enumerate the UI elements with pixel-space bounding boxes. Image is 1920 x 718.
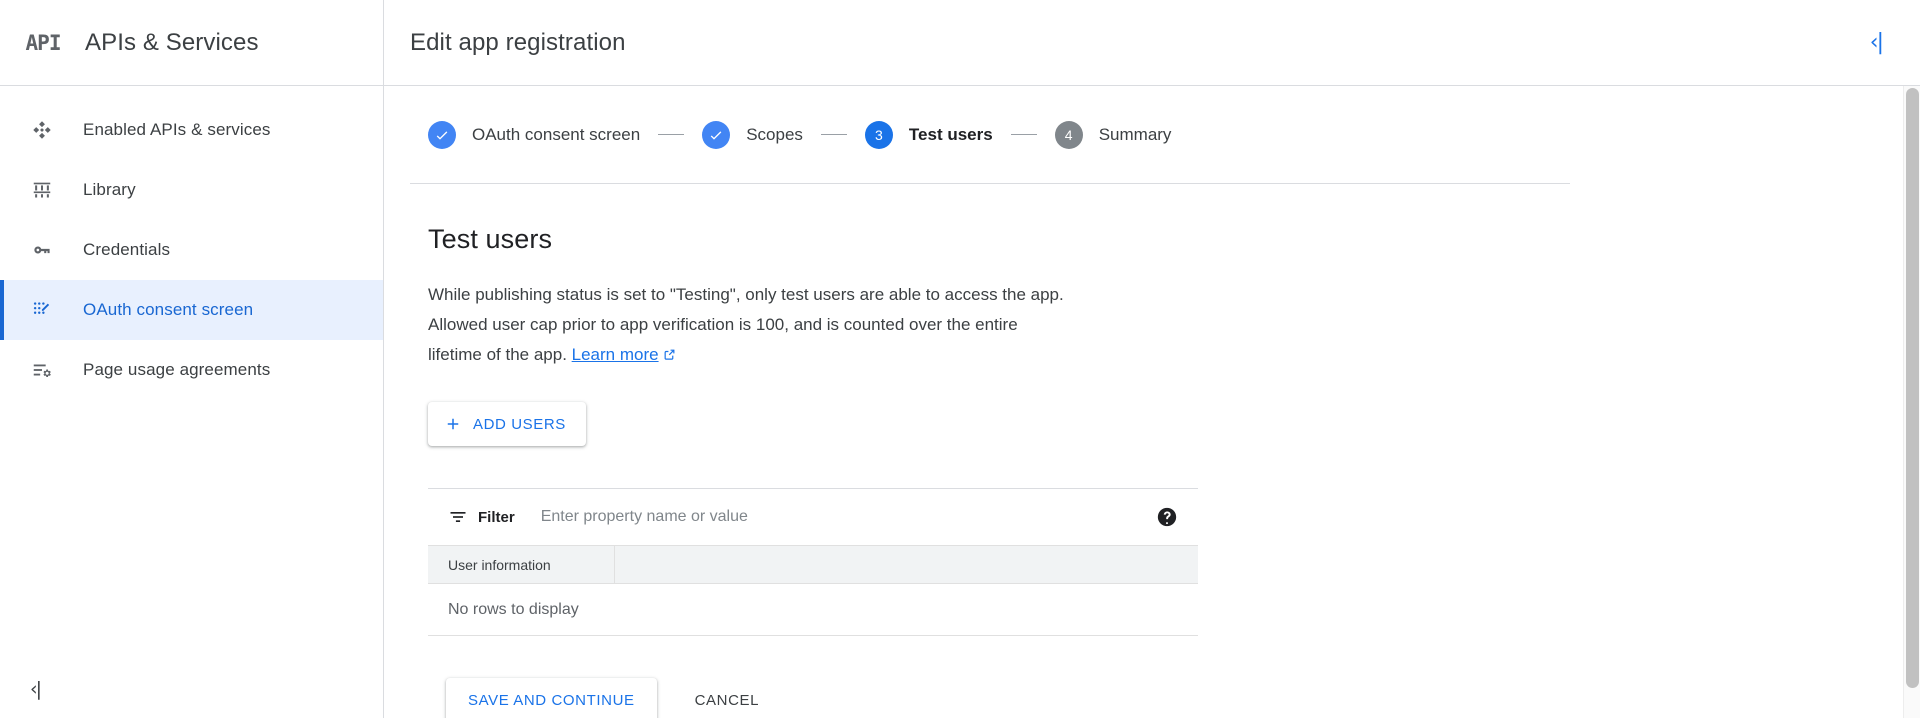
filter-icon[interactable]: [448, 507, 468, 527]
test-users-table: User information No rows to display: [428, 545, 1198, 636]
google-cloud-console-page: API APIs & Services Enabled APIs & servi…: [0, 0, 1920, 718]
sidebar-nav: Enabled APIs & services Library Credenti…: [0, 86, 383, 660]
test-users-table-block: Filter Enter property name or value User…: [428, 488, 1198, 636]
footer-actions: SAVE AND CONTINUE CANCEL: [428, 678, 1860, 718]
enabled-apis-icon: [29, 117, 55, 143]
external-link-icon: [663, 341, 676, 360]
content-container: OAuth consent screen Scopes 3 Test users…: [384, 86, 1920, 718]
main-content: Edit app registration ‹| OAuth consent s…: [384, 0, 1920, 718]
collapse-left-icon: ‹|: [30, 677, 42, 700]
filter-input[interactable]: [540, 508, 1144, 526]
sidebar-header: API APIs & Services: [0, 0, 383, 86]
step-summary[interactable]: 4 Summary: [1054, 120, 1172, 149]
empty-state-text: No rows to display: [428, 583, 1198, 636]
scrollbar-thumb[interactable]: [1906, 88, 1919, 688]
step-connector: [820, 134, 847, 135]
step-test-users[interactable]: 3 Test users: [864, 120, 993, 149]
api-logo-icon: API: [25, 30, 62, 55]
scroll-area: OAuth consent screen Scopes 3 Test users…: [384, 86, 1920, 718]
sidebar-item-page-usage-agreements[interactable]: Page usage agreements: [0, 340, 383, 400]
step-connector: [658, 134, 685, 135]
sidebar-item-label: Page usage agreements: [83, 360, 271, 379]
table-header: User information: [428, 545, 1198, 584]
add-users-label: ADD USERS: [473, 415, 566, 433]
step-scopes[interactable]: Scopes: [702, 120, 803, 149]
table-row-empty: No rows to display: [428, 583, 1198, 636]
step-label: Scopes: [746, 124, 803, 144]
step-oauth-consent-screen[interactable]: OAuth consent screen: [428, 120, 641, 149]
wizard-stepper: OAuth consent screen Scopes 3 Test users…: [410, 86, 1570, 184]
step-status-icon: [428, 120, 456, 149]
section-title: Test users: [428, 224, 553, 254]
sidebar-item-credentials[interactable]: Credentials: [0, 220, 383, 280]
page-title: Edit app registration: [410, 28, 626, 56]
filter-label: Filter: [478, 508, 515, 526]
save-and-continue-button[interactable]: SAVE AND CONTINUE: [446, 678, 657, 718]
cancel-button[interactable]: CANCEL: [679, 678, 775, 718]
sidebar-item-enabled-apis[interactable]: Enabled APIs & services: [0, 100, 383, 160]
step-status-icon: [702, 120, 731, 149]
sidebar-item-library[interactable]: Library: [0, 160, 383, 220]
oauth-consent-icon: [29, 297, 55, 323]
column-header-blank: [614, 545, 1198, 584]
step-label: Summary: [1098, 124, 1172, 144]
step-number-badge: 3: [864, 120, 893, 149]
step-label: Test users: [908, 124, 993, 144]
step-label: OAuth consent screen: [472, 124, 641, 144]
add-users-button[interactable]: ADD USERS: [428, 402, 586, 446]
table-body: No rows to display: [428, 583, 1198, 636]
key-icon: [29, 237, 55, 263]
main-header: Edit app registration ‹|: [384, 0, 1920, 86]
test-users-section: Test users While publishing status is se…: [410, 184, 1860, 718]
description-text: While publishing status is set to "Testi…: [428, 285, 1064, 364]
help-icon[interactable]: [1156, 506, 1178, 528]
panel-collapse-button[interactable]: ‹|: [1870, 31, 1884, 54]
library-icon: [29, 177, 55, 203]
sidebar-collapse-button[interactable]: ‹|: [0, 660, 383, 718]
learn-more-link[interactable]: Learn more: [572, 345, 659, 364]
column-header-user-information[interactable]: User information: [428, 545, 615, 584]
section-description: While publishing status is set to "Testi…: [428, 280, 1068, 370]
step-connector: [1010, 134, 1037, 135]
sidebar-item-label: Enabled APIs & services: [83, 120, 271, 139]
vertical-scrollbar[interactable]: [1903, 86, 1920, 718]
filter-row: Filter: [428, 489, 1198, 545]
sidebar-item-oauth-consent-screen[interactable]: OAuth consent screen: [0, 280, 383, 340]
sidebar: API APIs & Services Enabled APIs & servi…: [0, 0, 384, 718]
table-header-row: User information: [428, 545, 1198, 584]
plus-icon: [444, 415, 462, 433]
sidebar-item-label: Credentials: [83, 240, 171, 259]
sidebar-item-label: OAuth consent screen: [83, 300, 254, 319]
sidebar-item-label: Library: [83, 180, 136, 199]
step-number-badge: 4: [1054, 120, 1083, 149]
page-usage-agreements-icon: [29, 357, 55, 383]
app-title: APIs & Services: [85, 28, 259, 56]
